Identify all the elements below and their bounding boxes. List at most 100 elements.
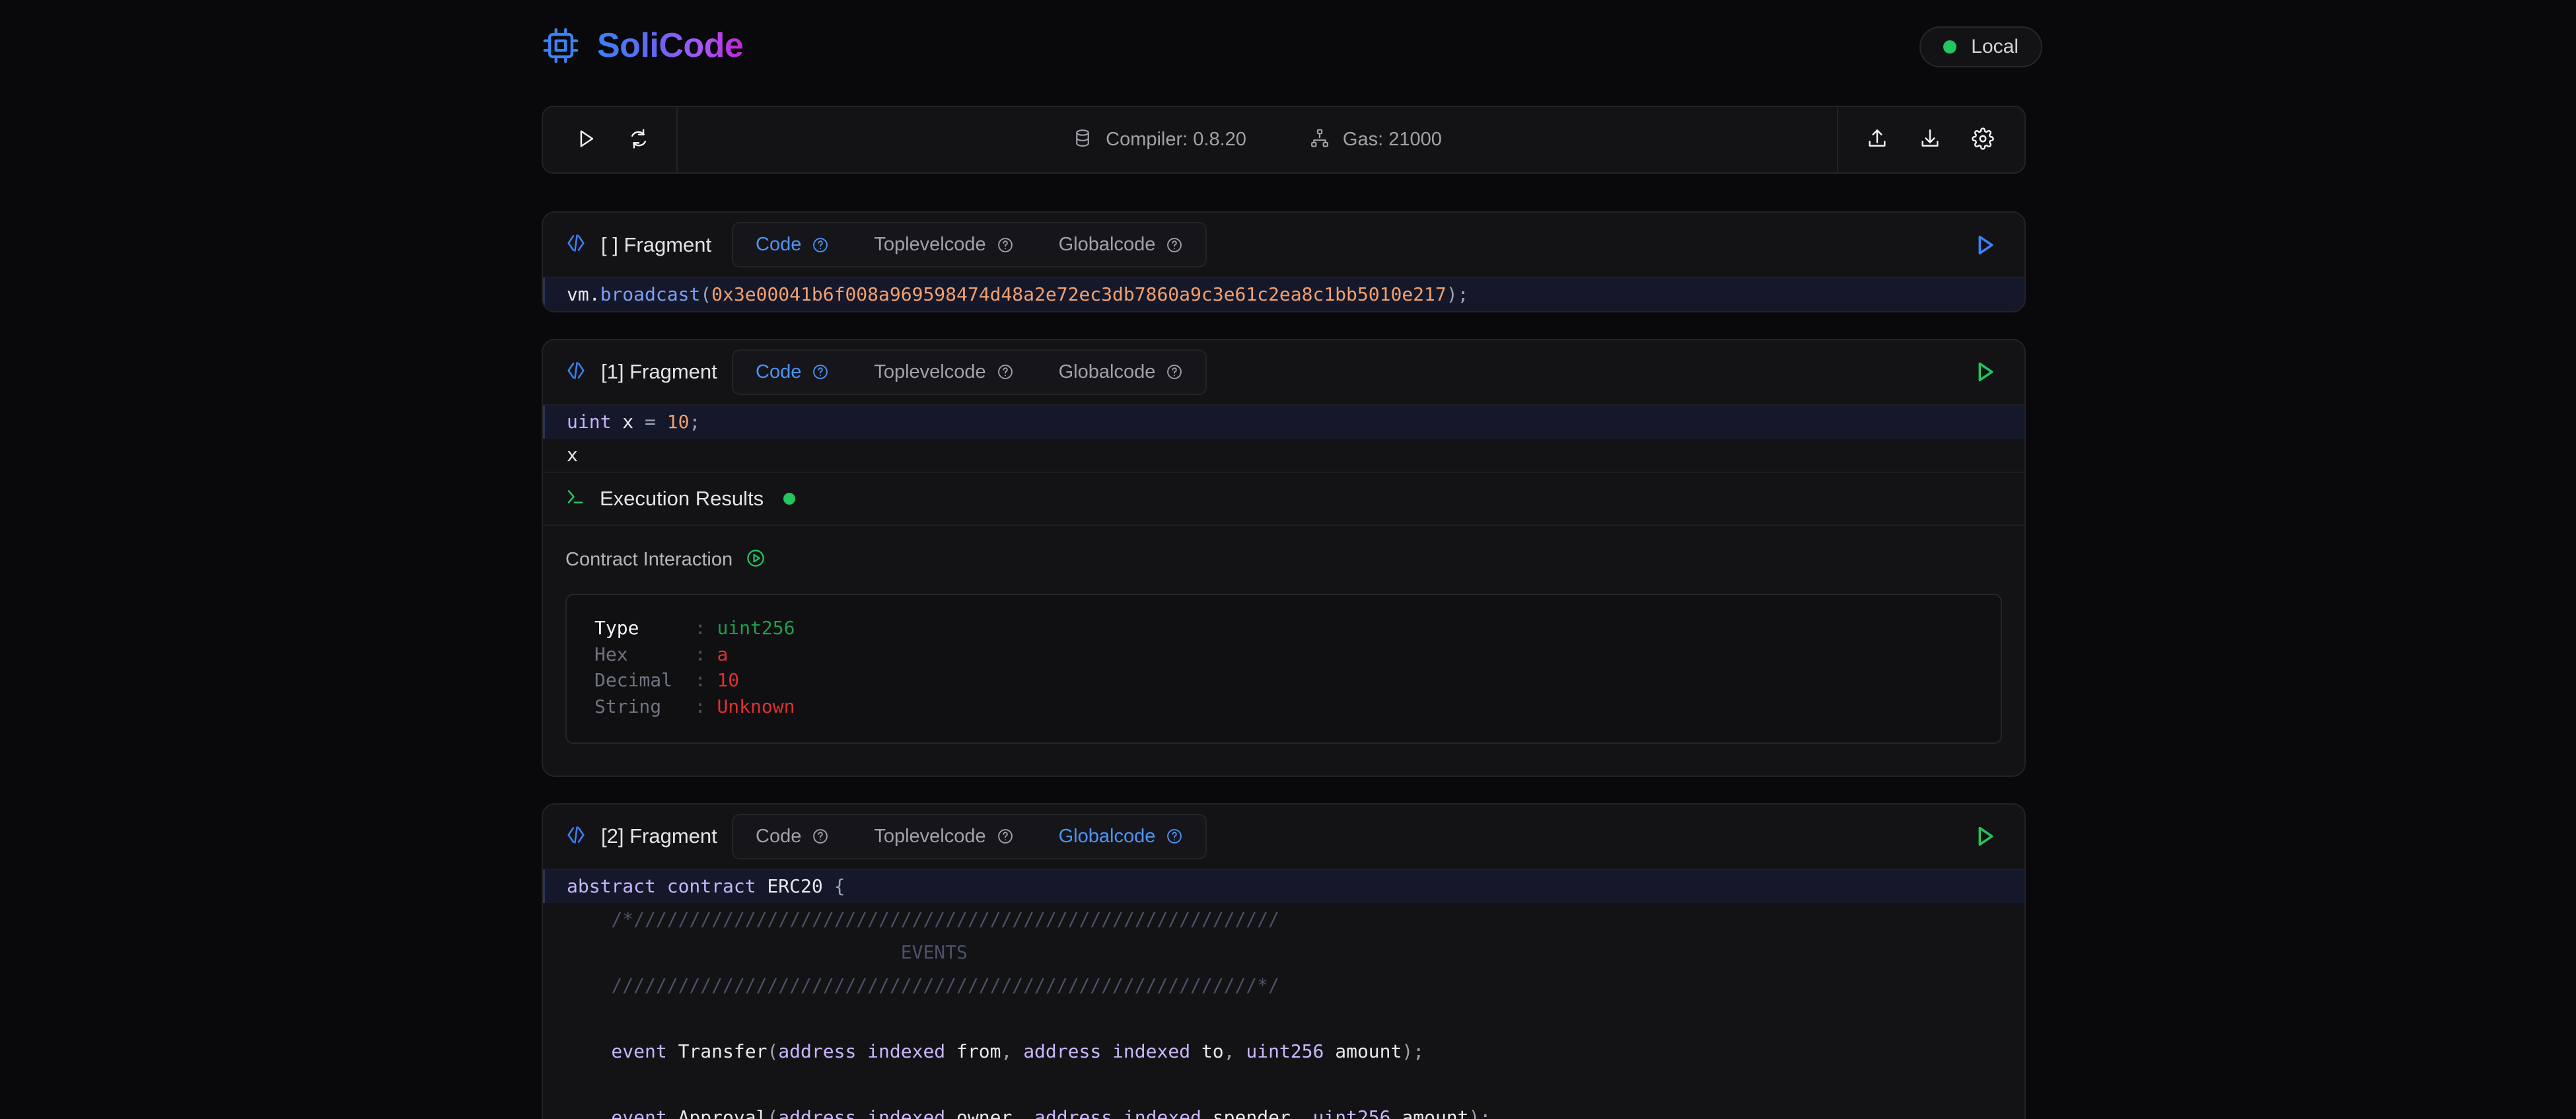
result-row: Hex : a (594, 641, 1973, 668)
tab-code[interactable]: Code (733, 815, 851, 858)
tab-global[interactable]: Globalcode (1036, 223, 1206, 266)
fragment-title: [1] Fragment (565, 360, 732, 384)
code-line-content: ////////////////////////////////////////… (543, 975, 2024, 995)
settings-button[interactable] (1961, 118, 2005, 162)
code-line-content (543, 1075, 2024, 1095)
code-editor[interactable]: uint x = 10; x (543, 405, 2024, 472)
code-token: vm. (567, 283, 600, 305)
code-line: x (543, 439, 2024, 472)
brand-name: SoliCode (597, 26, 744, 65)
help-circle-icon[interactable] (1166, 363, 1183, 380)
code-token: abstract contract (567, 875, 756, 897)
code-brackets-icon (565, 233, 587, 257)
help-circle-icon[interactable] (812, 236, 829, 254)
execution-results-body: Contract Interaction Type : uint256 Hex : … (543, 526, 2024, 776)
result-key: Decimal (594, 669, 695, 692)
code-token: , (1223, 1040, 1246, 1062)
toolbar-right-group (1837, 107, 2024, 172)
tab-code[interactable]: Code (733, 223, 851, 266)
fragment-run-button[interactable] (1964, 351, 2005, 392)
database-icon (1073, 128, 1092, 151)
toolbar: Compiler: 0.8.20 Gas: 21000 (542, 106, 2026, 174)
code-line-content: vm.broadcast(0x3e00041b6f008a969598474d4… (545, 285, 2024, 305)
fragment-card: [ ] Fragment Code Toplevelcode Globalcode vm… (542, 211, 2026, 312)
help-circle-icon[interactable] (1166, 828, 1183, 845)
tab-code[interactable]: Code (733, 351, 851, 394)
code-token: x (611, 410, 645, 433)
fragment-run-button[interactable] (1964, 816, 2005, 857)
fragment-card: [1] Fragment Code Toplevelcode Globalcode ui… (542, 338, 2026, 777)
code-token: ( (767, 1040, 779, 1062)
code-token: /*//////////////////////////////////////… (567, 908, 1279, 930)
fragment-header: [1] Fragment Code Toplevelcode Globalcode (543, 340, 2024, 406)
gear-icon (1972, 127, 1994, 152)
download-icon (1919, 127, 1941, 152)
code-line-content: abstract contract ERC20 { (545, 875, 2024, 897)
download-button[interactable] (1908, 118, 1952, 162)
play-icon (575, 127, 597, 152)
code-brackets-icon (565, 360, 587, 384)
execution-status-dot (783, 492, 796, 505)
code-editor[interactable]: vm.broadcast(0x3e00041b6f008a969598474d4… (543, 278, 2024, 311)
code-token: ( (700, 283, 712, 305)
code-token: amount (1390, 1106, 1469, 1119)
fragment-title: [ ] Fragment (565, 233, 732, 257)
code-line-content: uint x = 10; (545, 412, 2024, 432)
code-token: event (567, 1106, 667, 1119)
code-token: ( (767, 1106, 779, 1119)
tab-toplevel[interactable]: Toplevelcode (851, 223, 1036, 266)
status-badge[interactable]: Local (1919, 26, 2042, 67)
help-circle-icon[interactable] (812, 363, 829, 380)
code-token: , (1012, 1106, 1035, 1119)
tab-label: Toplevelcode (874, 361, 986, 382)
fragment-run-button[interactable] (1964, 225, 2005, 266)
code-token: event (567, 1040, 667, 1062)
code-token: ERC20 (756, 875, 834, 897)
code-line-content: x (543, 445, 2024, 465)
result-row: Decimal : 10 (594, 667, 1973, 694)
result-separator: : (694, 643, 717, 665)
code-line: ////////////////////////////////////////… (543, 969, 2024, 1002)
result-value: 10 (717, 669, 740, 692)
app-root: SoliCode Local Compiler: 0.8.20 Gas: 210… (0, 0, 2576, 1119)
code-token: 0x3e00041b6f008a969598474d48a2e72ec3db78… (711, 283, 1447, 305)
fragment-card: [2] Fragment Code Toplevelcode Globalcode ab… (542, 803, 2026, 1119)
code-token: ); (1402, 1040, 1425, 1062)
code-line: event Approval(address indexed owner, ad… (543, 1101, 2024, 1119)
help-circle-icon[interactable] (997, 363, 1014, 380)
code-token: address indexed (1034, 1106, 1201, 1119)
code-line: vm.broadcast(0x3e00041b6f008a969598474d4… (543, 278, 2024, 311)
fragment-title: [2] Fragment (565, 824, 732, 849)
help-circle-icon[interactable] (1166, 236, 1183, 254)
result-value: a (717, 643, 729, 665)
code-token: , (1290, 1106, 1313, 1119)
tab-toplevel[interactable]: Toplevelcode (851, 815, 1036, 858)
result-separator: : (694, 696, 717, 718)
refresh-icon (627, 127, 650, 152)
code-line-content (543, 1009, 2024, 1029)
help-circle-icon[interactable] (997, 236, 1014, 254)
tab-toplevel[interactable]: Toplevelcode (851, 351, 1036, 394)
contract-interaction-header: Contract Interaction (565, 548, 2002, 571)
help-circle-icon[interactable] (997, 828, 1014, 845)
terminal-icon (565, 487, 585, 510)
run-all-button[interactable] (564, 118, 608, 162)
execution-results-header[interactable]: Execution Results (543, 471, 2024, 526)
code-brackets-icon (565, 824, 587, 849)
code-token: uint256 (1312, 1106, 1391, 1119)
tab-label: Code (756, 361, 802, 382)
code-editor[interactable]: abstract contract ERC20 { /*////////////… (543, 869, 2024, 1119)
code-token: = (645, 410, 656, 433)
contract-interaction-title: Contract Interaction (565, 548, 733, 570)
circle-play-icon[interactable] (746, 548, 766, 571)
result-key: Type (594, 616, 695, 639)
app-header: SoliCode Local (0, 0, 2576, 102)
code-line-content: event Approval(address indexed owner, ad… (543, 1106, 2024, 1119)
code-token: broadcast (600, 283, 701, 305)
reset-button[interactable] (617, 118, 661, 162)
tab-global[interactable]: Globalcode (1036, 815, 1206, 858)
upload-button[interactable] (1855, 118, 1899, 162)
tab-global[interactable]: Globalcode (1036, 351, 1206, 394)
help-circle-icon[interactable] (812, 828, 829, 845)
